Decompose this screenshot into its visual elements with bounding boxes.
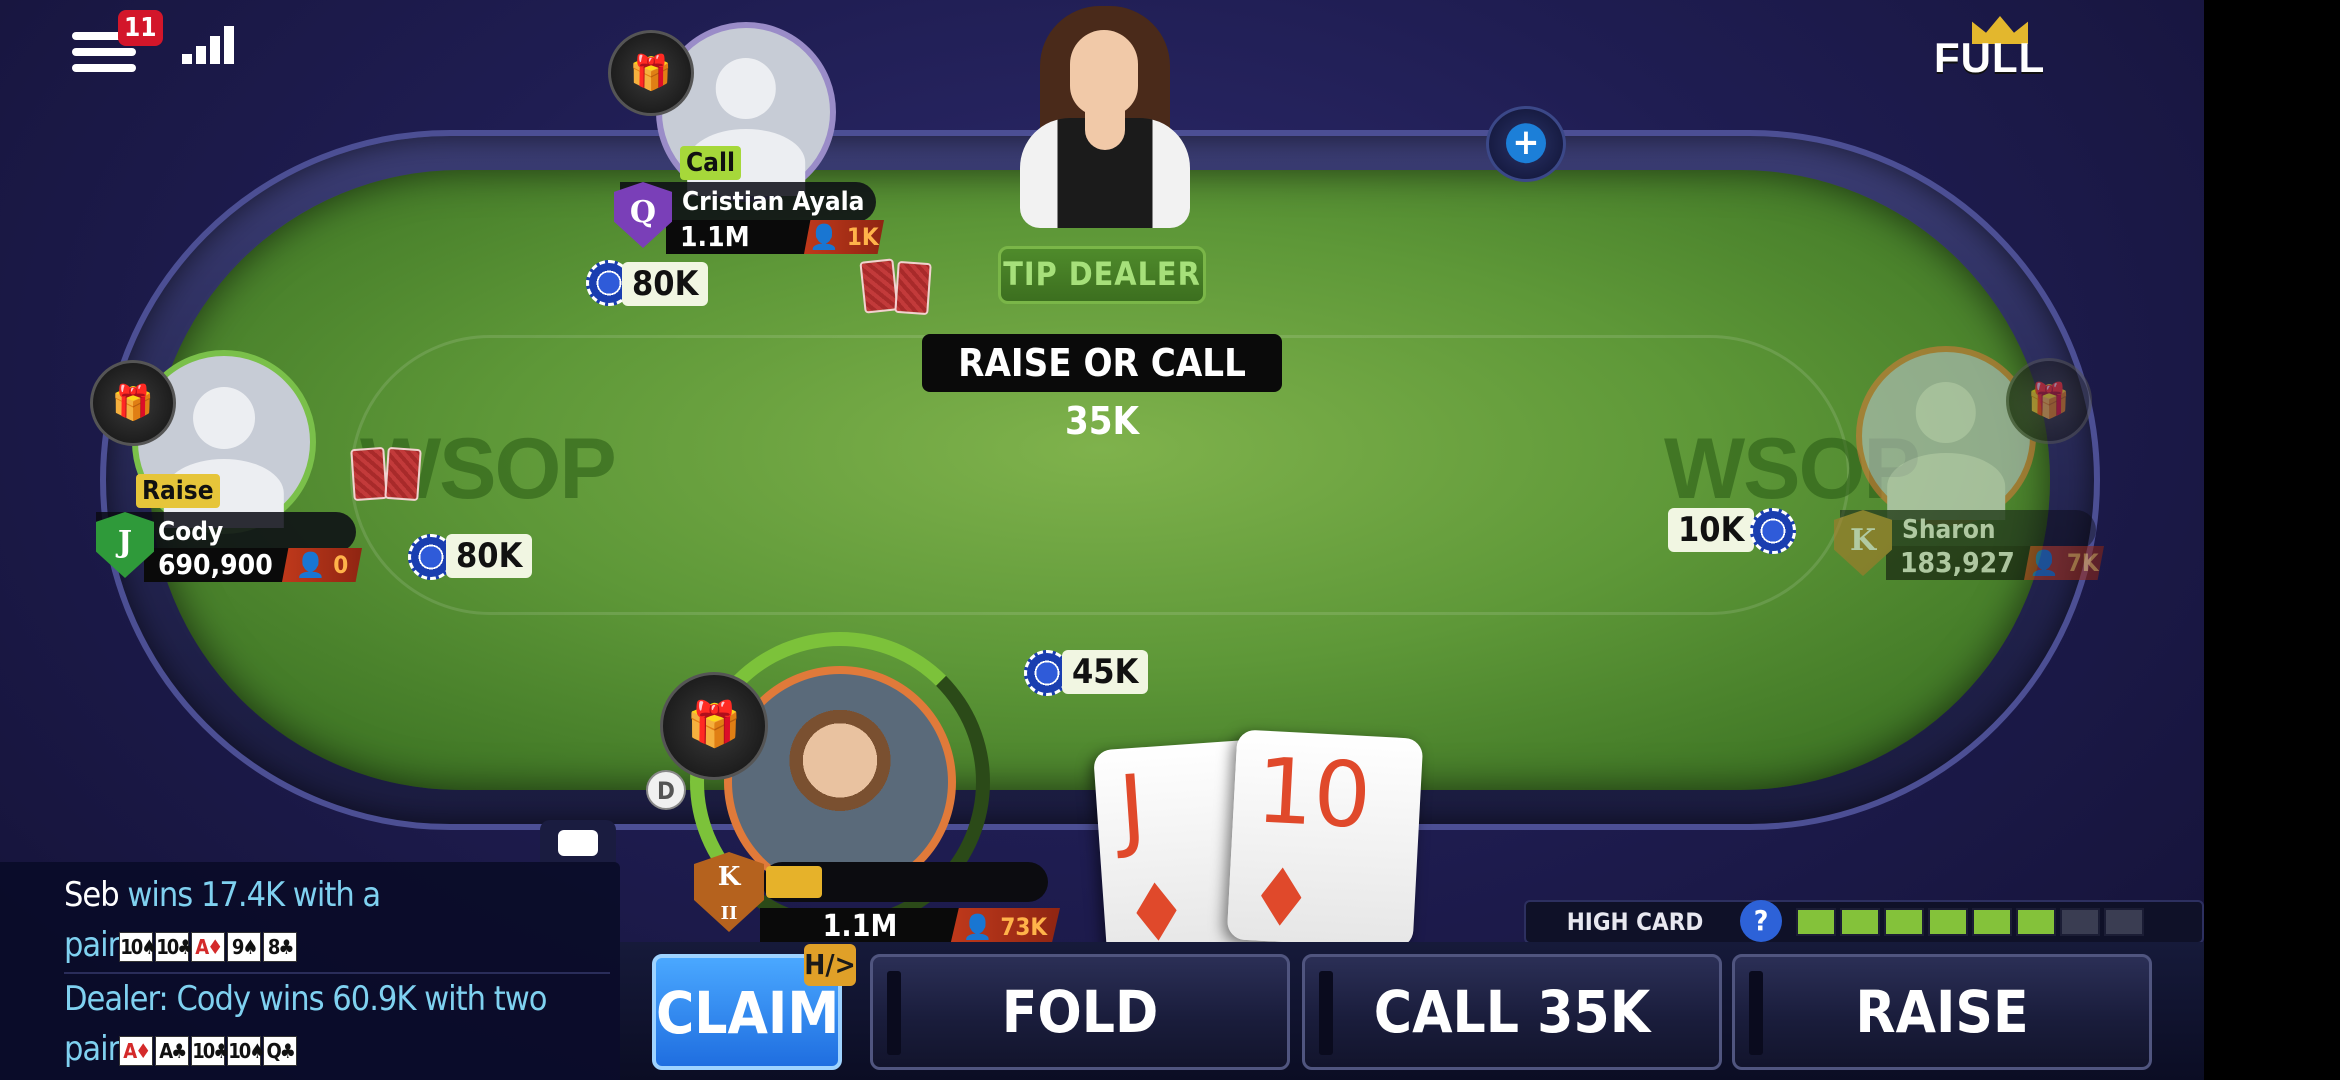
mini-card: 8♣ — [263, 931, 298, 962]
hero-xp-bar — [762, 862, 1048, 902]
chat-line: Dealer: Cody wins 60.9K with two pair A♦ A… — [64, 979, 547, 1069]
card-back — [350, 446, 388, 502]
player-left-bounty: 👤 0 — [282, 548, 362, 582]
hero-card-2: 10 ♦ — [1226, 729, 1424, 949]
full-label: FULL — [1934, 34, 2046, 81]
player-right-stack: 183,927 — [1886, 546, 2036, 580]
player-right-avatar[interactable] — [1856, 346, 2036, 526]
player-top-action-tag: Call — [680, 146, 741, 180]
card-back — [384, 446, 422, 502]
dealer-button: D — [646, 770, 686, 810]
hero-rank-shield: K II — [694, 852, 764, 932]
mini-card: A♦ — [119, 1035, 154, 1066]
gift-icon[interactable]: 🎁 — [660, 672, 768, 780]
raise-button[interactable]: RAISE — [1732, 954, 2152, 1070]
chat-log[interactable]: Seb wins 17.4K with a pair10♠10♣ A♦ 9♠ 8♣ D… — [0, 862, 620, 1080]
strength-segment — [2060, 908, 2100, 936]
card-back — [859, 258, 899, 314]
gift-icon[interactable]: 🎁 — [2006, 358, 2092, 444]
player-left-action-tag: Raise — [136, 474, 220, 508]
menu-notification-badge: 11 — [118, 10, 163, 46]
mini-card: 9♠ — [227, 931, 262, 962]
game-stage: WSOP WSOP 11 FULL TIP DEALER RAISE OR CA… — [0, 0, 2204, 1080]
mini-card: Q♣ — [263, 1035, 298, 1066]
hh-badge: H/> — [804, 944, 856, 986]
mini-card: 10♠ — [227, 1035, 265, 1066]
player-left-stack: 690,900 — [144, 548, 294, 582]
hero-xp-fill — [766, 866, 822, 898]
chat-icon[interactable] — [540, 820, 616, 866]
tip-dealer-button[interactable]: TIP DEALER — [998, 246, 1206, 304]
help-button[interactable]: ? — [1740, 900, 1782, 942]
hand-strength-label: HIGH CARD — [1566, 908, 1704, 936]
card-back — [894, 260, 932, 316]
strength-segment — [2104, 908, 2144, 936]
strength-segment — [1972, 908, 2012, 936]
mini-card: 10♣ — [155, 931, 193, 962]
mini-card: A♦ — [191, 931, 226, 962]
hero-stack: 1.1M — [760, 908, 960, 946]
chat-line: Seb wins 17.4K with a pair10♠10♣ A♦ 9♠ 8♣ — [64, 875, 381, 965]
mini-card: 10♣ — [191, 1035, 229, 1066]
player-right-bounty: 👤 7K — [2024, 546, 2104, 580]
gift-icon[interactable]: 🎁 — [90, 360, 176, 446]
chip-icon — [1750, 508, 1796, 554]
gift-icon[interactable]: 🎁 — [608, 30, 694, 116]
mini-card: 10♠ — [119, 931, 157, 962]
full-button[interactable]: FULL — [1932, 16, 2052, 86]
card-rank: 10 — [1253, 738, 1374, 850]
hero-bet: 45K — [1062, 650, 1149, 694]
fold-button[interactable]: FOLD — [870, 954, 1290, 1070]
card-suit: ♦ — [1246, 850, 1316, 947]
player-top-bet: 80K — [622, 262, 709, 306]
strength-segment — [1884, 908, 1924, 936]
player-left-bet: 80K — [446, 534, 533, 578]
hero-bounty: 👤 73K — [950, 908, 1060, 946]
dealer-character — [1000, 0, 1210, 230]
player-right-bet: 10K — [1668, 508, 1755, 552]
strength-segment — [1840, 908, 1880, 936]
strength-segment — [1796, 908, 1836, 936]
action-banner: RAISE OR CALL 35K — [922, 334, 1282, 443]
call-button[interactable]: CALL 35K — [1302, 954, 1722, 1070]
mini-card: A♣ — [155, 1035, 190, 1066]
strength-segment — [1928, 908, 1968, 936]
player-top-stack: 1.1M — [666, 220, 816, 254]
hand-strength-meter — [1796, 908, 2146, 936]
plus-icon: + — [1506, 123, 1546, 164]
card-rank: J — [1115, 755, 1150, 862]
add-seat-button[interactable]: + — [1486, 106, 1566, 182]
strength-segment — [2016, 908, 2056, 936]
player-top-bounty: 👤 1K — [804, 220, 884, 254]
signal-strength-icon — [182, 26, 238, 64]
